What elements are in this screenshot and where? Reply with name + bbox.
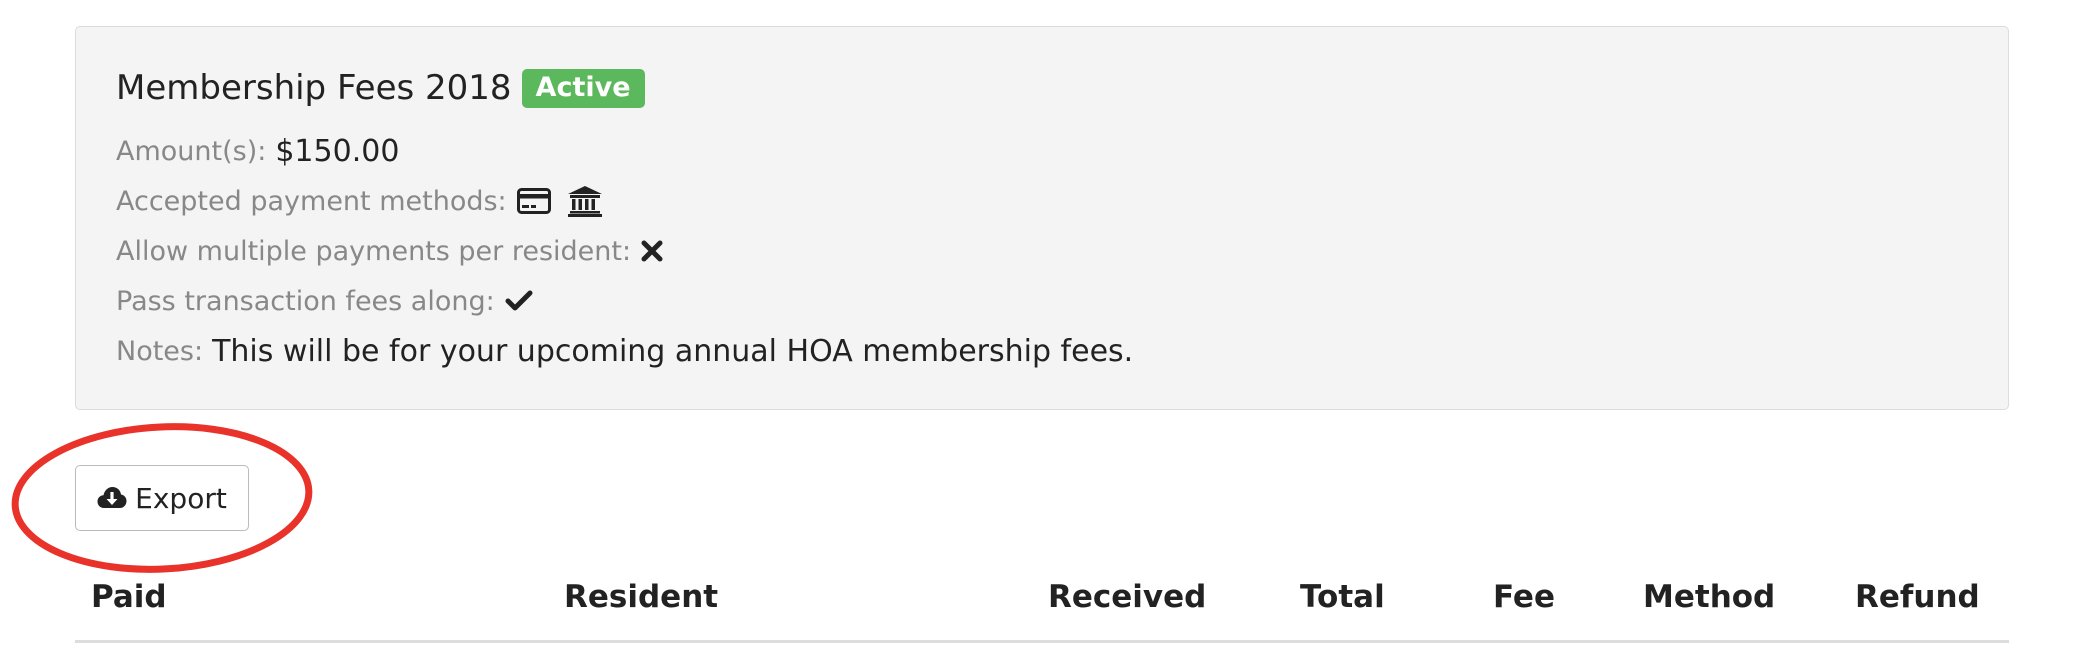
fee-title-row: Membership Fees 2018 Active [116, 63, 645, 113]
payment-methods-label: Accepted payment methods: [116, 185, 507, 217]
column-header-total[interactable]: Total [1300, 579, 1385, 615]
amounts-row: Amount(s): $150.00 [116, 131, 399, 171]
pass-fees-label: Pass transaction fees along: [116, 285, 495, 317]
notes-value: This will be for your upcoming annual HO… [212, 333, 1134, 369]
export-button[interactable]: Export [75, 465, 249, 531]
credit-card-icon [516, 188, 551, 214]
times-icon [641, 240, 663, 262]
amounts-label: Amount(s): [116, 135, 267, 167]
notes-label: Notes: [116, 335, 204, 367]
column-header-refund[interactable]: Refund [1855, 579, 1980, 615]
payment-methods-row: Accepted payment methods: [116, 181, 603, 221]
fee-title: Membership Fees 2018 [116, 68, 512, 108]
column-header-resident[interactable]: Resident [564, 579, 718, 615]
column-header-paid[interactable]: Paid [91, 579, 167, 615]
multiple-payments-row: Allow multiple payments per resident: [116, 231, 663, 271]
check-icon [505, 290, 533, 312]
column-header-fee[interactable]: Fee [1493, 579, 1555, 615]
multiple-payments-label: Allow multiple payments per resident: [116, 235, 632, 267]
pass-fees-row: Pass transaction fees along: [116, 281, 533, 321]
fee-details-panel: Membership Fees 2018 Active Amount(s): $… [75, 26, 2009, 410]
cloud-download-icon [97, 486, 127, 510]
column-header-method[interactable]: Method [1643, 579, 1775, 615]
amounts-value: $150.00 [275, 133, 400, 169]
bank-icon [567, 185, 603, 217]
column-header-received[interactable]: Received [1048, 579, 1206, 615]
status-badge: Active [521, 68, 645, 108]
notes-row: Notes: This will be for your upcoming an… [116, 331, 1133, 371]
payments-table-header: Paid Resident Received Total Fee Method … [75, 575, 2009, 643]
export-label: Export [135, 481, 227, 515]
